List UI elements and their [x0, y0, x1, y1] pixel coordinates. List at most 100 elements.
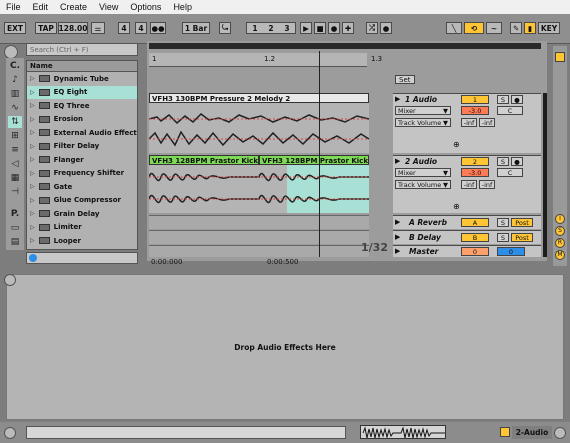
clip-kick-2[interactable]: VFH3 128BPM Prastor Kick 1	[259, 155, 369, 165]
return-b-lane[interactable]	[149, 230, 369, 244]
post-button[interactable]: Post	[511, 233, 533, 242]
return-b-header[interactable]: ▶ B Delay B S Post	[393, 230, 541, 244]
send-a-field[interactable]: -inf	[461, 118, 477, 127]
overdub-icon[interactable]: ⤮	[366, 22, 378, 34]
track-fold-icon[interactable]: ▶	[395, 157, 400, 165]
column-header[interactable]: Name	[27, 61, 137, 72]
clips-icon[interactable]: ◁	[8, 158, 22, 170]
list-item[interactable]: ▷ EQ Three	[27, 99, 137, 113]
track-name[interactable]: B Delay	[409, 233, 441, 242]
track-activator[interactable]: B	[461, 233, 489, 242]
automation-chooser[interactable]: Track Volume ▼	[395, 180, 451, 189]
stop-icon[interactable]: ■	[314, 22, 326, 34]
menu-options[interactable]: Options	[124, 2, 167, 12]
solo-button[interactable]: S	[497, 157, 509, 166]
track-2-header[interactable]: ▶ 2 Audio Mixer ▼ Track Volume ▼ 2 S ● -3.…	[393, 155, 541, 213]
drums-icon[interactable]: ▥	[8, 88, 22, 100]
add-lane-icon[interactable]: ⊕	[453, 202, 460, 211]
quantize-menu[interactable]: 1 Bar	[182, 22, 210, 34]
list-item[interactable]: ▷ Flanger	[27, 153, 137, 167]
return-a-lane[interactable]	[149, 215, 369, 229]
send-a-field[interactable]: -inf	[461, 180, 477, 189]
menu-view[interactable]: View	[93, 2, 124, 12]
arm-icon[interactable]: ●	[511, 157, 523, 166]
dot-icon[interactable]: ●●	[150, 22, 166, 34]
add-icon[interactable]: ✚	[342, 22, 354, 34]
user-library-icon[interactable]: ▭	[8, 222, 22, 234]
list-item[interactable]: ▷ Dynamic Tube	[27, 72, 137, 86]
list-item[interactable]: ▷ Erosion	[27, 113, 137, 127]
menu-create[interactable]: Create	[54, 2, 93, 12]
preview-bar[interactable]	[26, 252, 138, 264]
list-item[interactable]: ▷ Limiter	[27, 221, 137, 235]
punch-out-icon[interactable]: ∼	[486, 22, 502, 34]
search-input[interactable]: Search (Ctrl + F)	[26, 43, 138, 56]
master-cue[interactable]: 0	[497, 247, 525, 256]
pan-field[interactable]: C	[497, 106, 523, 115]
track-name[interactable]: Master	[409, 247, 438, 256]
master-lane[interactable]	[149, 245, 369, 257]
track-activator[interactable]: 2	[461, 157, 489, 166]
arm-icon[interactable]: ●	[511, 95, 523, 104]
play-icon[interactable]: ▶	[300, 22, 312, 34]
list-item[interactable]: ▷ Filter Delay	[27, 140, 137, 154]
master-header[interactable]: ▶ Master 0 0	[393, 245, 541, 257]
set-locator-button[interactable]: Set	[395, 75, 415, 84]
punch-in-icon[interactable]: ╲	[446, 22, 462, 34]
draw-toggle-icon[interactable]: ▮	[524, 22, 536, 34]
returns-toggle-icon[interactable]: R	[555, 238, 565, 248]
volume-field[interactable]: -3.0	[461, 168, 489, 177]
list-item[interactable]: ▷ Frequency Shifter	[27, 167, 137, 181]
audio-effects-icon[interactable]: ⇅	[8, 116, 22, 128]
post-button[interactable]: Post	[511, 218, 533, 227]
solo-button[interactable]: S	[497, 233, 509, 242]
mixer-toggle-icon[interactable]: M	[555, 250, 565, 260]
record-icon[interactable]: ●	[328, 22, 340, 34]
solo-button[interactable]: S	[497, 95, 509, 104]
plugins-icon[interactable]: ≡	[8, 144, 22, 156]
track-name[interactable]: 1 Audio	[405, 95, 437, 104]
track-activator[interactable]: A	[461, 218, 489, 227]
menu-help[interactable]: Help	[167, 2, 198, 12]
list-item[interactable]: ▷ Grain Delay	[27, 207, 137, 221]
routing-select[interactable]: Mixer ▼	[395, 168, 451, 177]
track-activator[interactable]: 1	[461, 95, 489, 104]
list-item[interactable]: ▷ Looper	[27, 234, 137, 248]
track-name[interactable]: 2 Audio	[405, 157, 437, 166]
category-label-c[interactable]: C.	[8, 60, 22, 72]
metronome-icon[interactable]: ⚌	[91, 22, 105, 34]
category-label-p[interactable]: P.	[8, 208, 22, 220]
pan-field[interactable]: C	[497, 168, 523, 177]
device-view[interactable]: Drop Audio Effects Here	[6, 274, 564, 420]
clip-melody[interactable]: VFH3 130BPM Pressure 2 Melody 2	[149, 93, 369, 103]
signature-denominator[interactable]: 4	[135, 22, 147, 34]
track-name[interactable]: A Reverb	[409, 218, 447, 227]
list-item[interactable]: ▷ Gate	[27, 180, 137, 194]
track-1-header[interactable]: ▶ 1 Audio Mixer ▼ Track Volume ▼ 1 S ● -3.…	[393, 93, 541, 153]
track-fold-icon[interactable]: ▶	[395, 247, 400, 255]
signature-numerator[interactable]: 4	[118, 22, 130, 34]
ext-sync-button[interactable]: EXT	[4, 22, 26, 34]
wave-icon[interactable]: ∿	[8, 102, 22, 114]
tap-tempo-button[interactable]: TAP	[35, 22, 57, 34]
info-toggle-icon[interactable]	[4, 427, 16, 439]
preview-icon[interactable]	[29, 254, 37, 262]
clip-thumbnail[interactable]	[360, 425, 446, 439]
detail-toggle-icon[interactable]	[4, 274, 16, 286]
send-b-field[interactable]: -inf	[479, 180, 495, 189]
automation-icon[interactable]: ●	[380, 22, 392, 34]
routing-select[interactable]: Mixer ▼	[395, 106, 451, 115]
clip-kick-1[interactable]: VFH3 128BPM Prastor Kick 1	[149, 155, 259, 165]
add-lane-icon[interactable]: ⊕	[453, 140, 460, 149]
overview-toggle-icon[interactable]	[555, 52, 565, 62]
list-item[interactable]: ▷ EQ Eight	[27, 85, 137, 99]
key-map-button[interactable]: KEY	[538, 22, 560, 34]
io-toggle-icon[interactable]: I	[555, 214, 565, 224]
beat-ruler[interactable]: 1 1.2 1.3	[149, 53, 382, 67]
track-fold-icon[interactable]: ▶	[395, 233, 400, 241]
master-volume[interactable]: 0	[461, 247, 489, 256]
position-display[interactable]: 123	[246, 22, 296, 34]
sends-toggle-icon[interactable]: S	[555, 226, 565, 236]
loop-icon[interactable]: ⟲	[464, 22, 484, 34]
draw-mode-icon[interactable]: ✎	[510, 22, 522, 34]
